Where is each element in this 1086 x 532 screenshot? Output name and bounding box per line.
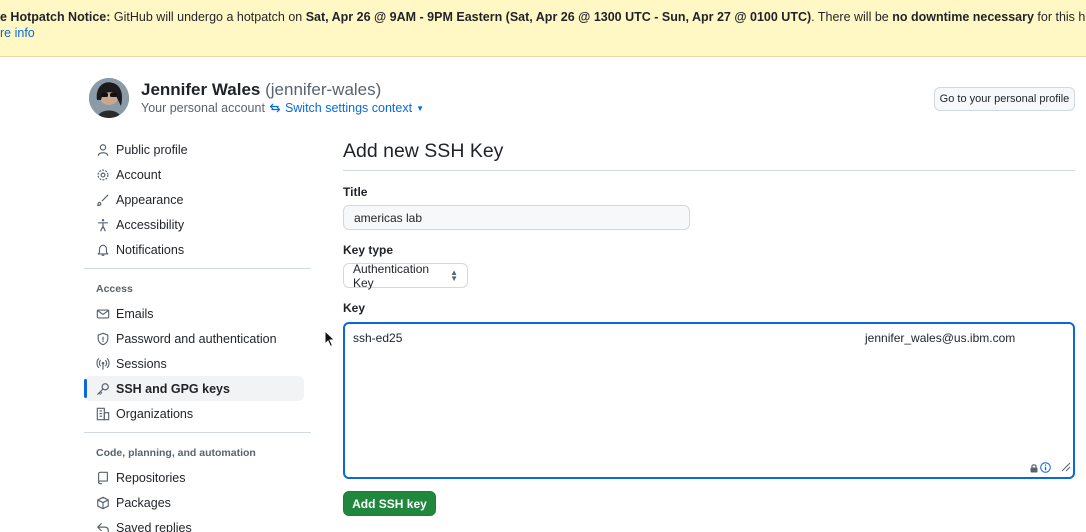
key-type-selected-value: Authentication Key xyxy=(353,261,430,290)
sidebar-item-label: Appearance xyxy=(116,192,184,207)
sidebar-divider xyxy=(84,432,311,433)
avatar xyxy=(89,78,129,118)
user-display-name: Jennifer Wales xyxy=(141,80,261,99)
settings-sidebar: Public profile Account Appearance Access… xyxy=(84,137,311,532)
organization-icon xyxy=(96,407,110,421)
banner-prefix: e Hotpatch Notice: xyxy=(0,10,111,24)
mail-icon xyxy=(96,307,110,321)
accessibility-icon xyxy=(96,218,110,232)
broadcast-icon xyxy=(96,357,110,371)
banner-text-3: for this hotpatch. xyxy=(1037,10,1086,24)
mouse-cursor-icon xyxy=(324,329,336,353)
title-input[interactable]: americas lab xyxy=(343,205,690,230)
shield-icon xyxy=(96,332,110,346)
account-subtitle: Your personal account Switch settings co… xyxy=(141,101,424,115)
user-handle: (jennifer-wales) xyxy=(265,80,382,99)
gear-icon xyxy=(96,168,110,182)
bell-icon xyxy=(96,243,110,257)
sidebar-item-account[interactable]: Account xyxy=(84,162,304,187)
sidebar-heading-access: Access xyxy=(96,283,133,295)
sidebar-item-accessibility[interactable]: Accessibility xyxy=(84,212,304,237)
banner-text: e Hotpatch Notice: GitHub will undergo a… xyxy=(0,9,1086,25)
title-input-value: americas lab xyxy=(354,210,423,225)
switch-context-label: Switch settings context xyxy=(284,101,413,115)
resize-handle-icon[interactable] xyxy=(1061,461,1071,475)
sidebar-divider xyxy=(84,268,311,269)
sidebar-item-label: Public profile xyxy=(116,142,188,157)
person-icon xyxy=(96,143,110,157)
banner-text-2: . There will be xyxy=(811,10,893,24)
key-icon xyxy=(96,382,110,396)
sidebar-item-label: Packages xyxy=(116,495,171,510)
sidebar-item-label: Sessions xyxy=(116,356,167,371)
sidebar-item-packages[interactable]: Packages xyxy=(84,490,304,515)
page-title: Add new SSH Key xyxy=(343,140,504,162)
key-type-select[interactable]: Authentication Key ▲ ▼ xyxy=(343,261,468,290)
key-type-label: Key type xyxy=(343,243,394,257)
banner-more-info-link[interactable]: re info xyxy=(0,25,35,41)
sidebar-item-saved-replies[interactable]: Saved replies xyxy=(84,515,304,532)
sidebar-item-appearance[interactable]: Appearance xyxy=(84,187,304,212)
personal-account-label: Your personal account xyxy=(141,101,265,115)
key-label: Key xyxy=(343,301,366,315)
sidebar-item-label: Repositories xyxy=(116,470,186,485)
switch-context-link[interactable]: Switch settings context ▼ xyxy=(269,101,424,115)
sidebar-item-notifications[interactable]: Notifications xyxy=(84,237,304,262)
sidebar-item-label: Emails xyxy=(116,306,154,321)
caret-down-icon: ▼ xyxy=(416,103,425,113)
sidebar-heading-code: Code, planning, and automation xyxy=(96,447,256,459)
add-ssh-key-form: Add new SSH Key Title americas lab Key t… xyxy=(343,137,1075,516)
select-arrows-icon: ▲ ▼ xyxy=(450,267,458,283)
announcement-banner: e Hotpatch Notice: GitHub will undergo a… xyxy=(0,0,1086,57)
banner-text-1: GitHub will undergo a hotpatch on xyxy=(110,10,306,24)
sidebar-item-sessions[interactable]: Sessions xyxy=(84,351,304,376)
go-to-profile-button[interactable]: Go to your personal profile xyxy=(934,87,1075,111)
sidebar-item-label: Accessibility xyxy=(116,217,185,232)
banner-emphasis: no downtime necessary xyxy=(892,10,1034,24)
package-icon xyxy=(96,496,110,510)
sidebar-item-repositories[interactable]: Repositories xyxy=(84,465,304,490)
paintbrush-icon xyxy=(96,193,110,207)
sidebar-item-emails[interactable]: Emails xyxy=(84,301,304,326)
sidebar-item-ssh-gpg-keys[interactable]: SSH and GPG keys xyxy=(84,376,304,401)
sidebar-item-label: Account xyxy=(116,167,162,182)
repo-icon xyxy=(96,471,110,485)
sidebar-item-password-authentication[interactable]: Password and authentication xyxy=(84,326,304,351)
password-manager-icon[interactable] xyxy=(1029,462,1051,473)
title-label: Title xyxy=(343,185,368,199)
arrow-switch-icon xyxy=(269,103,281,113)
sidebar-item-label: SSH and GPG keys xyxy=(116,381,230,396)
key-value-start: ssh-ed25 xyxy=(353,331,403,345)
sidebar-item-organizations[interactable]: Organizations xyxy=(84,401,304,426)
key-textarea[interactable]: ssh-ed25 jennifer_wales@us.ibm.com xyxy=(343,322,1075,479)
sidebar-item-label: Saved replies xyxy=(116,520,192,532)
sidebar-item-label: Notifications xyxy=(116,242,185,257)
banner-time: Sat, Apr 26 @ 9AM - 9PM Eastern (Sat, Ap… xyxy=(305,10,812,24)
sidebar-item-label: Organizations xyxy=(116,406,194,421)
sidebar-item-public-profile[interactable]: Public profile xyxy=(84,137,304,162)
sidebar-item-label: Password and authentication xyxy=(116,331,277,346)
title-divider xyxy=(343,170,1075,171)
reply-icon xyxy=(96,521,110,532)
key-value-comment: jennifer_wales@us.ibm.com xyxy=(865,331,1016,345)
add-ssh-key-button[interactable]: Add SSH key xyxy=(343,491,436,516)
account-name: Jennifer Wales (jennifer-wales) xyxy=(141,80,381,100)
